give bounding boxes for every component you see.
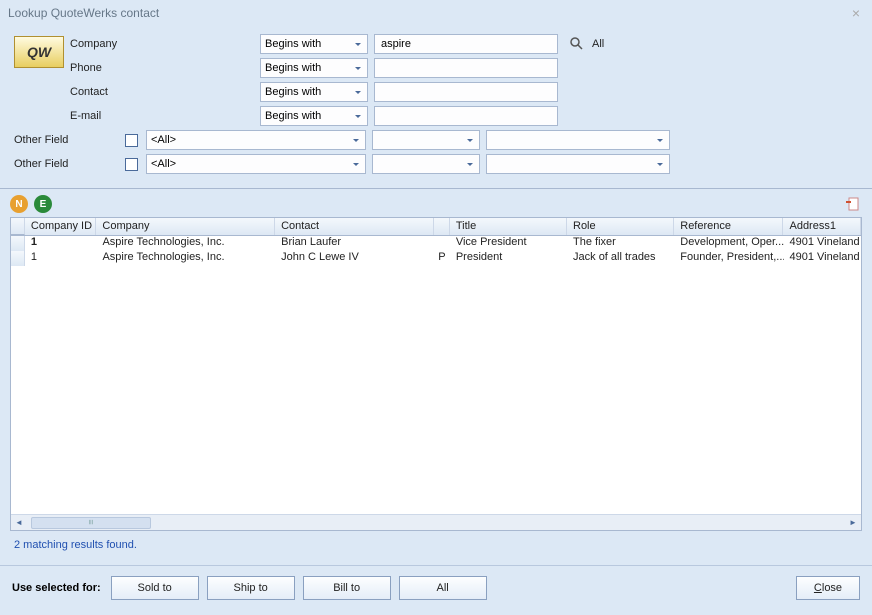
bottom-bar: Use selected for: Sold to Ship to Bill t… xyxy=(0,566,872,610)
phone-label: Phone xyxy=(70,62,102,74)
all-label: All xyxy=(592,38,604,50)
cell-title: President xyxy=(450,251,567,266)
company-label: Company xyxy=(70,38,117,50)
col-title[interactable]: Title xyxy=(450,218,567,235)
contact-input[interactable] xyxy=(374,82,558,102)
row-selector[interactable] xyxy=(11,236,25,251)
other-field-2-label: Other Field xyxy=(10,158,105,170)
cell-address1: 4901 Vineland xyxy=(784,236,861,251)
shipto-button[interactable]: Ship to xyxy=(207,576,295,600)
search-icon[interactable] xyxy=(568,35,586,53)
cell-reference: Development, Oper... xyxy=(674,236,783,251)
cell-address1: 4901 Vineland xyxy=(784,251,861,266)
other-field-2-checkbox[interactable] xyxy=(125,158,138,171)
cell-company: Aspire Technologies, Inc. xyxy=(96,236,275,251)
company-input[interactable] xyxy=(374,34,558,54)
results-grid: Company ID Company Contact Title Role Re… xyxy=(10,217,862,531)
scroll-thumb[interactable] xyxy=(31,517,151,529)
titlebar: Lookup QuoteWerks contact × xyxy=(0,0,872,26)
col-companyid[interactable]: Company ID xyxy=(25,218,97,235)
cell-reference: Founder, President,... xyxy=(674,251,783,266)
col-company[interactable]: Company xyxy=(96,218,275,235)
cell-p xyxy=(434,236,450,251)
other-field-1-label: Other Field xyxy=(10,134,105,146)
grid-body: 1 Aspire Technologies, Inc. Brian Laufer… xyxy=(11,236,861,266)
company-op-combo[interactable]: Begins with xyxy=(260,34,368,54)
scroll-left-icon[interactable]: ◄ xyxy=(11,515,27,531)
cell-contact: Brian Laufer xyxy=(275,236,434,251)
other-field-1-field-combo[interactable]: <All> xyxy=(146,130,366,150)
email-input[interactable] xyxy=(374,106,558,126)
soldto-button[interactable]: Sold to xyxy=(111,576,199,600)
col-role[interactable]: Role xyxy=(567,218,674,235)
billto-button[interactable]: Bill to xyxy=(303,576,391,600)
status-text: 2 matching results found. xyxy=(0,531,872,559)
cell-title: Vice President xyxy=(450,236,567,251)
window-title: Lookup QuoteWerks contact xyxy=(8,6,159,20)
other-field-1-checkbox[interactable] xyxy=(125,134,138,147)
email-label: E-mail xyxy=(70,110,101,122)
app-logo: QW xyxy=(14,36,64,68)
other-field-2-field-combo[interactable]: <All> xyxy=(146,154,366,174)
cell-role: The fixer xyxy=(567,236,674,251)
new-badge-icon[interactable]: N xyxy=(10,195,28,213)
contact-label: Contact xyxy=(70,86,108,98)
grid-header: Company ID Company Contact Title Role Re… xyxy=(11,218,861,236)
export-icon[interactable] xyxy=(844,195,862,213)
row-selector-header xyxy=(11,218,25,235)
close-button[interactable]: Close xyxy=(796,576,860,600)
toolbar: N E xyxy=(0,189,872,217)
contact-op-combo[interactable]: Begins with xyxy=(260,82,368,102)
all-button[interactable]: All xyxy=(399,576,487,600)
cell-company: Aspire Technologies, Inc. xyxy=(96,251,275,266)
table-row[interactable]: 1 Aspire Technologies, Inc. Brian Laufer… xyxy=(11,236,861,251)
table-row[interactable]: 1 Aspire Technologies, Inc. John C Lewe … xyxy=(11,251,861,266)
close-icon[interactable]: × xyxy=(848,5,864,21)
cell-companyid: 1 xyxy=(25,236,97,251)
horizontal-scrollbar[interactable]: ◄ ► xyxy=(11,514,861,530)
phone-op-combo[interactable]: Begins with xyxy=(260,58,368,78)
col-address1[interactable]: Address1 xyxy=(783,218,860,235)
cell-role: Jack of all trades xyxy=(567,251,674,266)
other-field-1-value-combo[interactable] xyxy=(486,130,670,150)
search-panel: QW Company Begins with All Phone Begins … xyxy=(0,26,872,189)
phone-input[interactable] xyxy=(374,58,558,78)
use-selected-label: Use selected for: xyxy=(12,582,101,594)
col-reference[interactable]: Reference xyxy=(674,218,783,235)
col-p[interactable] xyxy=(434,218,450,235)
scroll-right-icon[interactable]: ► xyxy=(845,515,861,531)
other-field-2-value-combo[interactable] xyxy=(486,154,670,174)
edit-badge-icon[interactable]: E xyxy=(34,195,52,213)
col-contact[interactable]: Contact xyxy=(275,218,434,235)
email-op-combo[interactable]: Begins with xyxy=(260,106,368,126)
other-field-1-op-combo[interactable] xyxy=(372,130,480,150)
cell-contact: John C Lewe IV xyxy=(275,251,434,266)
other-field-2-op-combo[interactable] xyxy=(372,154,480,174)
row-selector[interactable] xyxy=(11,251,25,266)
cell-companyid: 1 xyxy=(25,251,97,266)
cell-p: P xyxy=(434,251,450,266)
